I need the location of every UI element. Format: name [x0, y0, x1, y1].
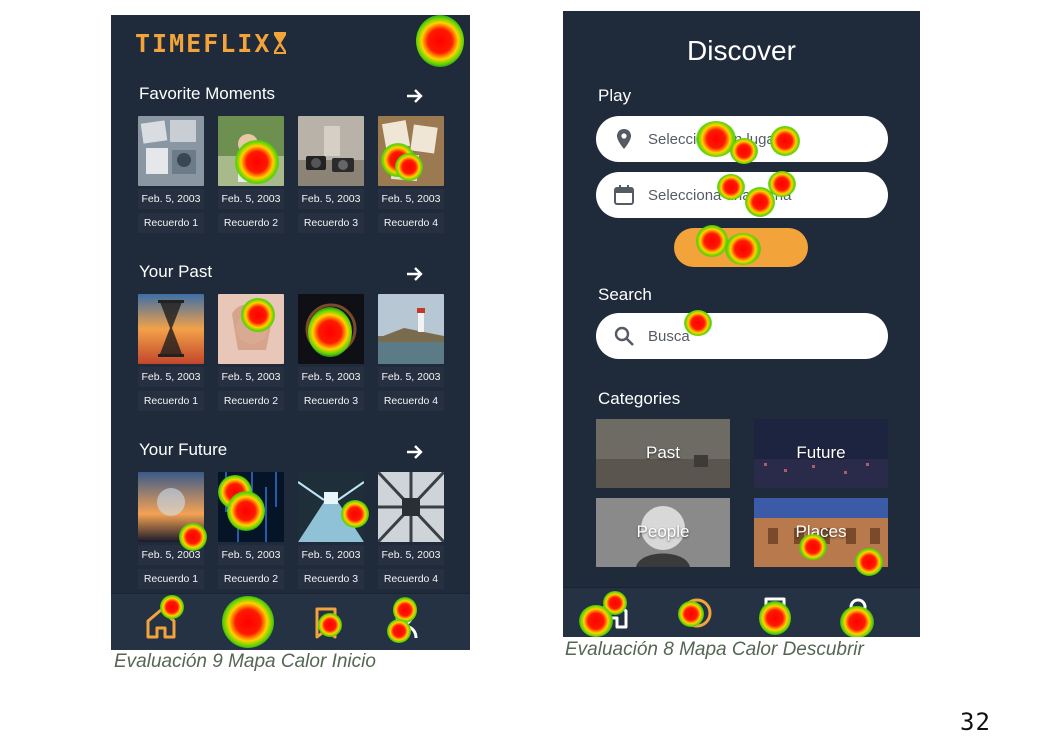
mirror-architecture-image — [378, 472, 444, 542]
bottom-navigation — [111, 593, 470, 650]
memory-tile[interactable]: Feb. 5, 2003 Recuerdo 1 — [138, 294, 204, 411]
memory-tile[interactable]: Feb. 5, 2003 Recuerdo 4 — [378, 294, 444, 411]
section-title-favorite-moments: Favorite Moments — [139, 84, 276, 103]
date-placeholder: Selecciona una fecha — [648, 187, 792, 204]
memory-tile[interactable]: Feb. 5, 2003 Recuerdo 3 — [298, 294, 364, 411]
category-label: Past — [645, 443, 681, 462]
your-future-row: Feb. 5, 2003 Recuerdo 1 Feb. 5, 2003 Rec… — [138, 472, 444, 592]
category-past[interactable]: Past — [596, 419, 730, 488]
tile-date: Feb. 5, 2003 — [138, 545, 204, 565]
search-input[interactable]: Busca — [596, 313, 888, 359]
arrow-right-icon[interactable] — [405, 265, 425, 283]
crystal-ball-sunset-image — [138, 472, 204, 542]
bookmark-icon[interactable] — [758, 596, 792, 630]
tile-name: Recuerdo 1 — [138, 569, 204, 589]
profile-icon[interactable] — [841, 596, 875, 630]
space-swirl-image — [298, 294, 364, 364]
photos-collage-image — [138, 116, 204, 186]
tile-date: Feb. 5, 2003 — [138, 367, 204, 387]
tile-name: Recuerdo 4 — [378, 569, 444, 589]
tile-date: Feb. 5, 2003 — [218, 189, 284, 209]
section-title-your-future: Your Future — [139, 440, 228, 459]
category-label: Future — [796, 443, 846, 462]
search-icon — [614, 326, 634, 346]
bookmark-icon[interactable] — [309, 606, 343, 640]
hourglass-sunset-image — [138, 294, 204, 364]
category-label: Places — [795, 522, 847, 541]
bottom-navigation — [563, 587, 920, 637]
tile-date: Feb. 5, 2003 — [298, 545, 364, 565]
tile-date: Feb. 5, 2003 — [218, 367, 284, 387]
memory-tile[interactable]: Feb. 5, 2003 Recuerdo 2 — [218, 116, 284, 233]
date-select-field[interactable]: Selecciona una fecha — [596, 172, 888, 218]
category-people[interactable]: People — [596, 498, 730, 567]
page-title: Discover — [687, 35, 796, 66]
tile-date: Feb. 5, 2003 — [298, 367, 364, 387]
tile-name: Recuerdo 3 — [298, 569, 364, 589]
tile-name: Recuerdo 2 — [218, 569, 284, 589]
memory-tile[interactable]: Feb. 5, 2003 Recuerdo 1 — [138, 472, 204, 589]
memory-tile[interactable]: Feb. 5, 2003 Recuerdo 2 — [218, 294, 284, 411]
discover-heatmap-caption: Evaluación 8 Mapa Calor Descubrir — [565, 639, 864, 660]
profile-icon[interactable] — [387, 606, 421, 640]
tile-name: Recuerdo 4 — [378, 213, 444, 233]
hourglass-icon — [274, 32, 287, 54]
digital-rain-image — [218, 472, 284, 542]
lighthouse-coast-image — [378, 294, 444, 364]
memory-tile[interactable]: Feb. 5, 2003 Recuerdo 1 — [138, 116, 204, 233]
tile-name: Recuerdo 2 — [218, 391, 284, 411]
home-icon[interactable] — [144, 606, 178, 640]
tile-name: Recuerdo 4 — [378, 391, 444, 411]
tile-name: Recuerdo 1 — [138, 213, 204, 233]
play-label: Play — [598, 86, 632, 105]
place-select-field[interactable]: Selecciona un lugar — [596, 116, 888, 162]
categories-label: Categories — [598, 389, 681, 408]
memory-tile[interactable]: Feb. 5, 2003 Recuerdo 2 — [218, 472, 284, 589]
section-title-your-past: Your Past — [139, 262, 213, 281]
memory-tile[interactable]: Feb. 5, 2003 Recuerdo 4 — [378, 472, 444, 589]
memory-tile[interactable]: Feb. 5, 2003 Recuerdo 3 — [298, 116, 364, 233]
timeflix-logo: TIMEFLIX — [135, 29, 287, 58]
calendar-icon — [614, 185, 634, 205]
place-placeholder: Selecciona un lugar — [648, 131, 780, 148]
polaroid-photos-image — [378, 116, 444, 186]
search-label: Search — [598, 285, 652, 304]
page-number: 32 — [960, 708, 991, 736]
tile-name: Recuerdo 3 — [298, 213, 364, 233]
tile-date: Feb. 5, 2003 — [218, 545, 284, 565]
category-future[interactable]: Future — [754, 419, 888, 488]
tile-date: Feb. 5, 2003 — [378, 189, 444, 209]
memory-tile[interactable]: Feb. 5, 2003 Recuerdo 3 — [298, 472, 364, 589]
tile-date: Feb. 5, 2003 — [138, 189, 204, 209]
location-pin-icon — [617, 129, 631, 149]
cameras-table-image — [298, 116, 364, 186]
home-heatmap-caption: Evaluación 9 Mapa Calor Inicio — [114, 651, 376, 672]
category-label: People — [636, 522, 690, 541]
memory-tile[interactable]: Feb. 5, 2003 Recuerdo 4 — [378, 116, 444, 233]
futuristic-tunnel-image — [298, 472, 364, 542]
outdoor-friends-image — [218, 116, 284, 186]
category-places[interactable]: Places — [754, 498, 888, 567]
tile-name: Recuerdo 2 — [218, 213, 284, 233]
play-button[interactable] — [674, 228, 808, 267]
woman-thinking-image — [218, 294, 284, 364]
home-screen: TIMEFLIX Favorite Moments Feb. 5, 2003 R… — [111, 15, 470, 650]
discover-icon[interactable] — [680, 596, 714, 630]
arrow-right-icon[interactable] — [405, 443, 425, 461]
tile-date: Feb. 5, 2003 — [378, 367, 444, 387]
search-placeholder: Busca — [648, 328, 690, 345]
discover-icon[interactable] — [231, 606, 265, 640]
logo-text: TIMEFLIX — [135, 29, 272, 58]
tile-name: Recuerdo 1 — [138, 391, 204, 411]
home-icon[interactable] — [596, 596, 630, 630]
heat-spot — [416, 15, 464, 67]
tile-name: Recuerdo 3 — [298, 391, 364, 411]
your-past-row: Feb. 5, 2003 Recuerdo 1 Feb. 5, 2003 Rec… — [138, 294, 444, 414]
tile-date: Feb. 5, 2003 — [298, 189, 364, 209]
arrow-right-icon[interactable] — [405, 87, 425, 105]
favorite-moments-row: Feb. 5, 2003 Recuerdo 1 Feb. 5, 2003 Rec… — [138, 116, 444, 236]
discover-screen: Discover Play Selecciona un lugar Selecc… — [563, 11, 920, 637]
tile-date: Feb. 5, 2003 — [378, 545, 444, 565]
